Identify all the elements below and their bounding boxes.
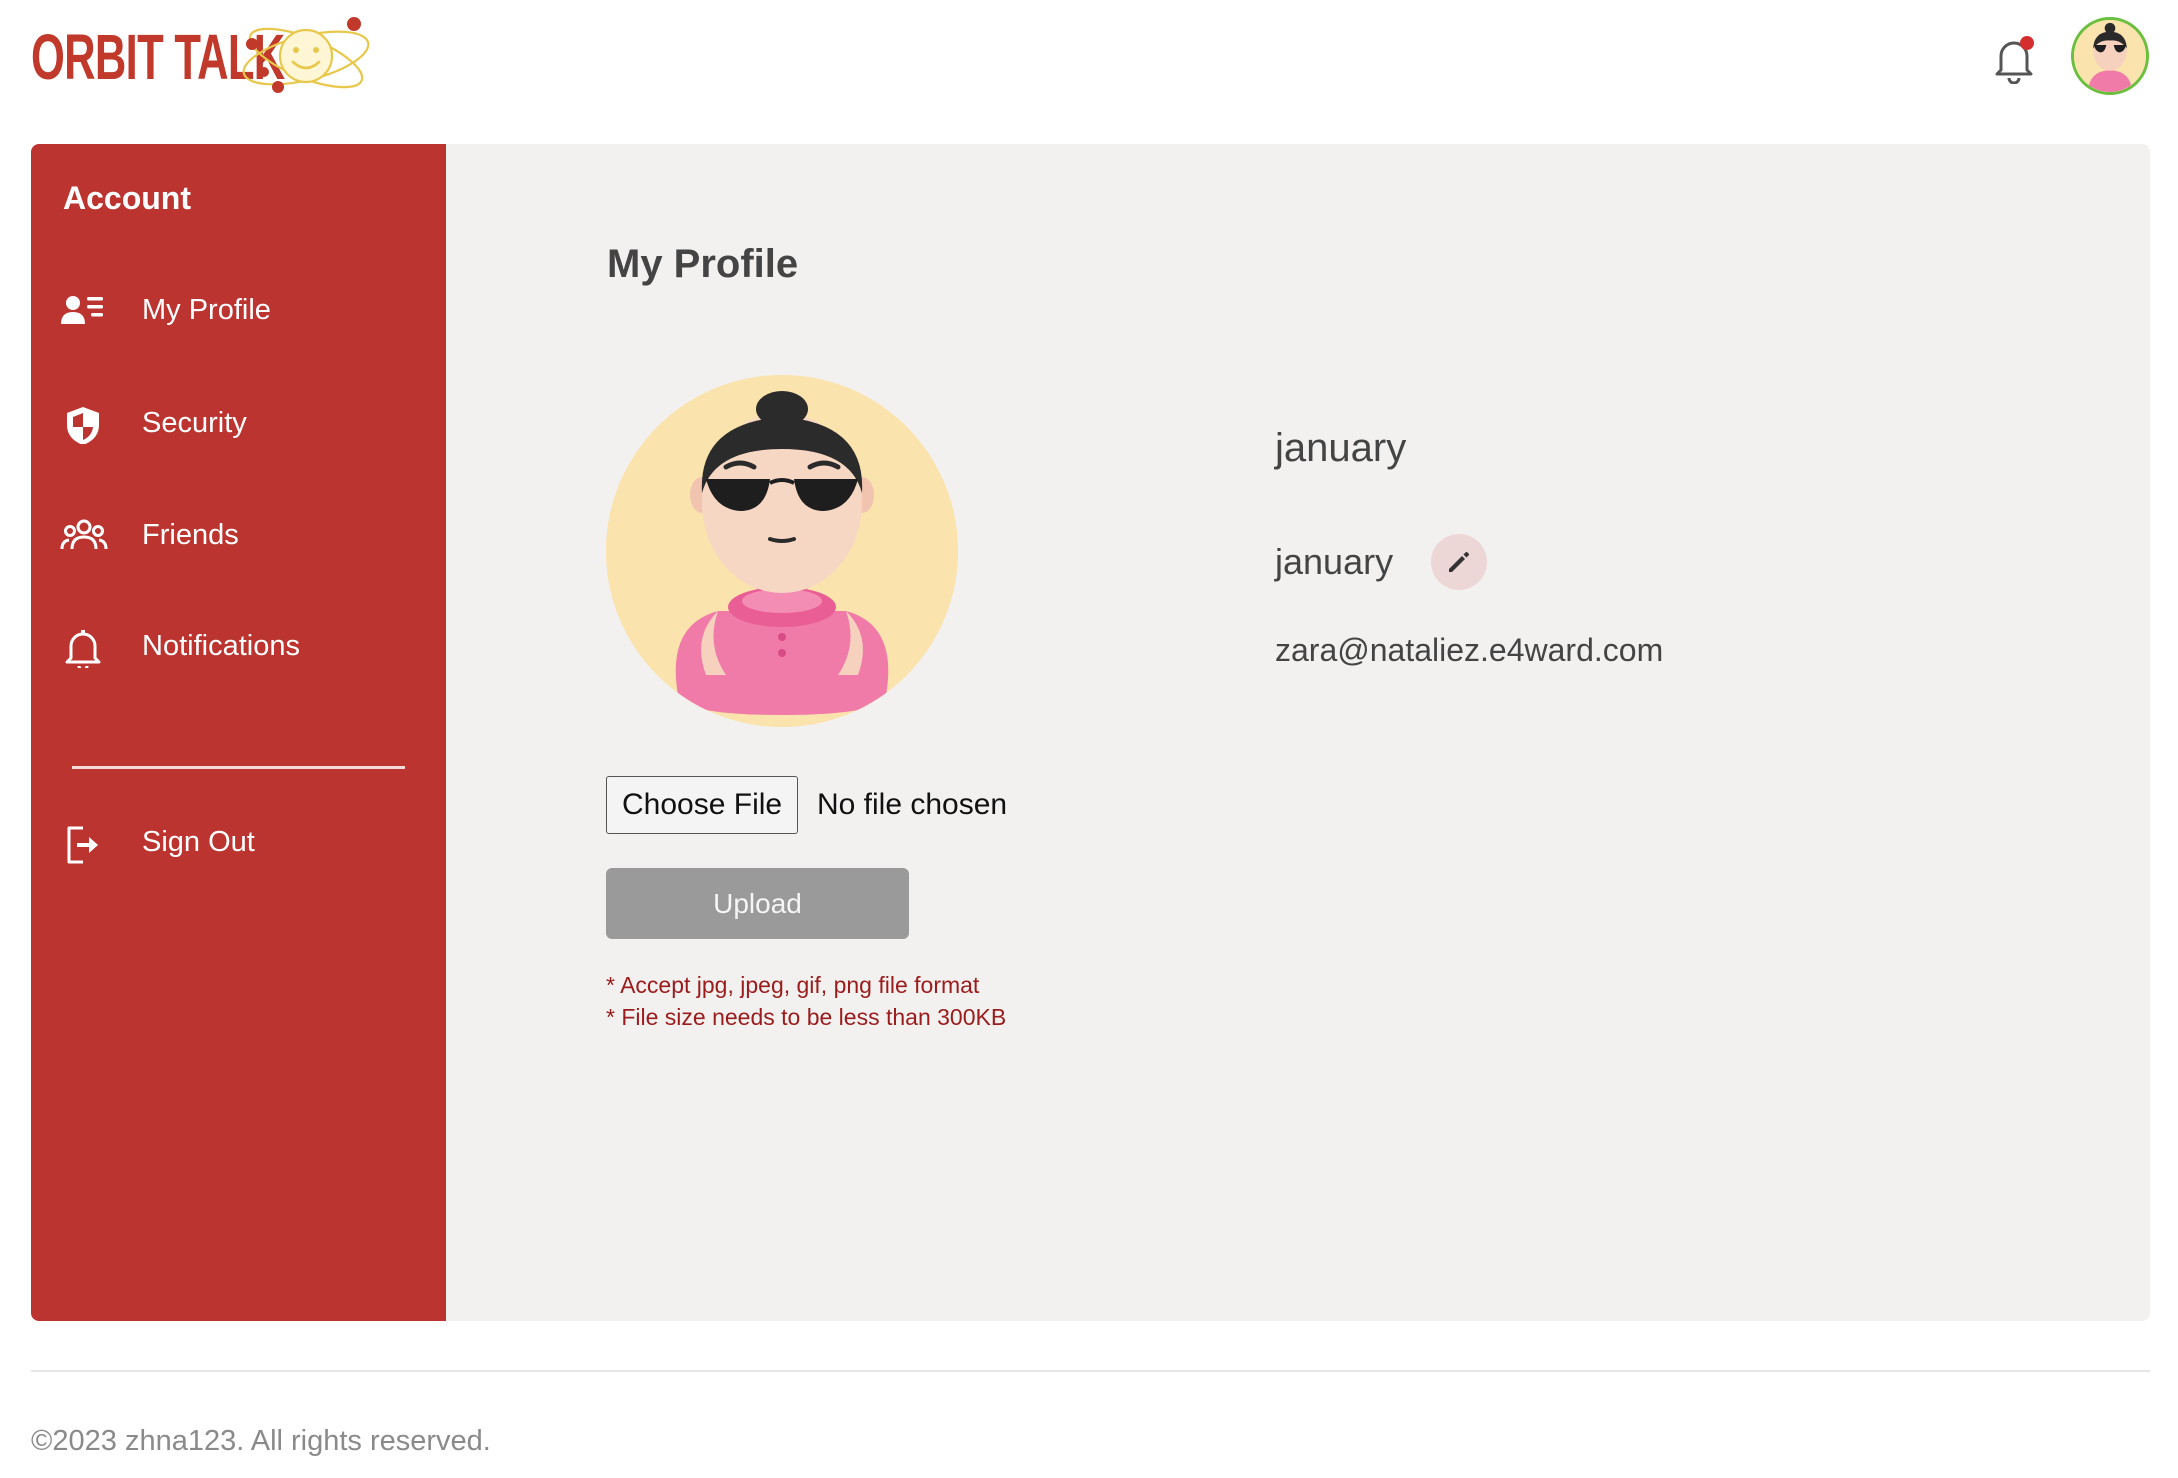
footer-copyright: ©2023 zhna123. All rights reserved. [31,1425,491,1457]
sign-out-icon [67,826,98,864]
sidebar: Account My Profile Security Friends Noti… [31,144,446,1321]
group-icon [60,519,108,550]
sidebar-item-label: Security [142,407,247,439]
account-card: Account My Profile Security Friends Noti… [31,144,2150,1321]
profile-avatar [606,375,958,727]
shield-icon [67,407,99,444]
sidebar-item-friends[interactable]: Friends [31,500,446,570]
sidebar-item-label: My Profile [142,294,271,326]
sidebar-item-label: Friends [142,519,239,551]
choose-file-button[interactable]: Choose File [606,776,799,834]
username: january [1275,541,1394,582]
bell-icon [65,630,101,668]
file-format-hint: * Accept jpg, jpeg, gif, png file format [606,972,980,998]
file-status-text: No file chosen [817,788,1008,821]
user-list-icon [61,296,103,324]
sign-out-label: Sign Out [142,826,255,858]
upload-button[interactable]: Upload [606,868,909,939]
sidebar-item-label: Notifications [142,630,300,662]
footer-divider [31,1370,2150,1372]
edit-username-button[interactable] [1431,534,1487,590]
notification-dot [2020,36,2034,50]
smiley-planet-logo-icon [242,17,370,93]
sidebar-divider [72,766,405,769]
display-name: january [1275,426,1407,470]
user-avatar[interactable] [2071,17,2149,95]
page-title: My Profile [607,242,799,286]
sidebar-item-security[interactable]: Security [31,388,446,458]
sidebar-item-my-profile[interactable]: My Profile [31,275,446,345]
email-text: zara@nataliez.e4ward.com [1275,632,1664,668]
sidebar-item-notifications[interactable]: Notifications [31,611,446,681]
sign-out-button[interactable]: Sign Out [31,807,446,877]
file-size-hint: * File size needs to be less than 300KB [606,1004,1007,1030]
pencil-icon [1449,552,1469,572]
sidebar-title: Account [63,180,191,216]
bell-icon[interactable] [1991,34,2037,84]
